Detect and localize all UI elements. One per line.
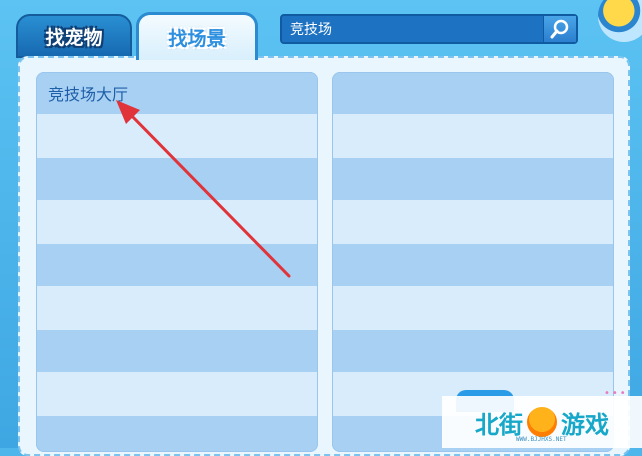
watermark-text-right: 游戏 [561,410,609,439]
watermark-text-left: 北街 [475,410,523,439]
search-bar [280,14,578,44]
tab-find-pet[interactable]: 找宠物 [16,14,132,58]
scene-list: 竞技场大厅 [36,72,318,452]
search-icon [550,19,569,39]
watermark-logo-icon [527,407,557,437]
tab-label: 找宠物 [45,26,103,49]
watermark-url: WWW.BJJHXS.NET [516,436,567,443]
search-input[interactable] [282,15,543,43]
list-item-label: 竞技场大厅 [48,85,129,104]
watermark-logo: 北街 游戏 WWW.BJJHXS.NET [442,396,642,448]
search-button[interactable] [543,16,576,42]
tab-label: 找场景 [168,28,226,50]
list-item[interactable]: 竞技场大厅 [36,72,318,114]
tab-find-scene[interactable]: 找场景 [136,12,258,60]
